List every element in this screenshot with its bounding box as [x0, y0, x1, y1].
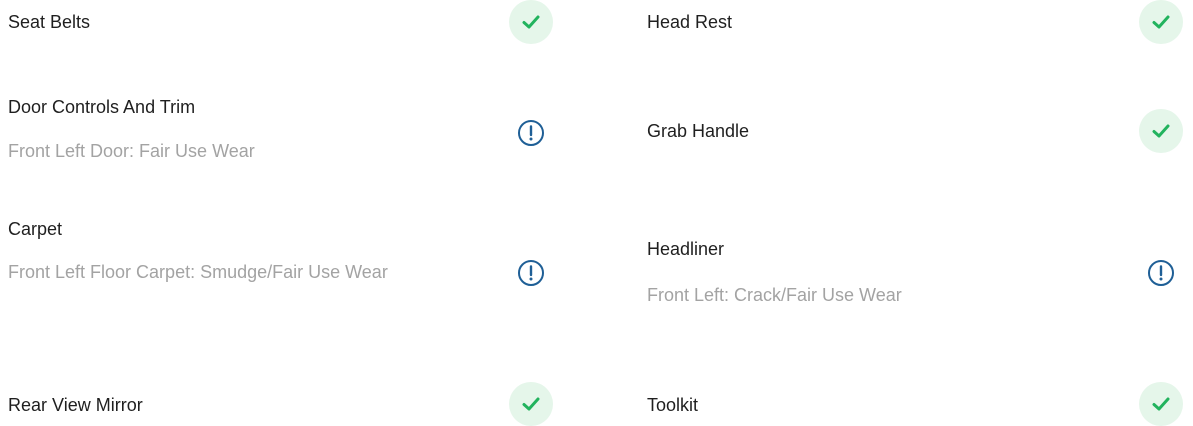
item-title: Rear View Mirror: [8, 395, 143, 415]
inspection-item-grab-handle: Grab Handle: [647, 109, 1183, 153]
inspection-item-carpet: Carpet Front Left Floor Carpet: Smudge/F…: [8, 214, 553, 334]
item-title: Head Rest: [647, 12, 733, 32]
inspection-item-toolkit: Toolkit: [647, 382, 1183, 426]
check-icon: [1139, 109, 1183, 153]
check-icon: [1139, 0, 1183, 44]
warning-icon: [509, 111, 553, 155]
item-title: Headliner: [647, 239, 725, 259]
item-note: Front Left Floor Carpet: Smudge/Fair Use…: [8, 262, 388, 282]
item-title: Toolkit: [647, 395, 699, 415]
check-icon: [1139, 382, 1183, 426]
check-icon: [509, 382, 553, 426]
item-title: Seat Belts: [8, 12, 91, 32]
warning-icon: [509, 251, 553, 295]
inspection-item-head-rest: Head Rest: [647, 0, 1183, 44]
check-icon: [509, 0, 553, 44]
inspection-item-rear-view-mirror: Rear View Mirror: [8, 382, 553, 426]
inspection-item-seat-belts: Seat Belts: [8, 0, 553, 44]
inspection-item-headliner: Headliner Front Left: Crack/Fair Use Wea…: [647, 237, 1183, 315]
item-title: Carpet: [8, 219, 63, 239]
inspection-item-door-controls: Door Controls And Trim Front Left Door: …: [8, 95, 553, 173]
item-title: Grab Handle: [647, 121, 750, 141]
item-title: Door Controls And Trim: [8, 97, 196, 117]
warning-icon: [1139, 251, 1183, 295]
item-note: Front Left: Crack/Fair Use Wear: [647, 285, 902, 305]
item-note: Front Left Door: Fair Use Wear: [8, 141, 255, 161]
